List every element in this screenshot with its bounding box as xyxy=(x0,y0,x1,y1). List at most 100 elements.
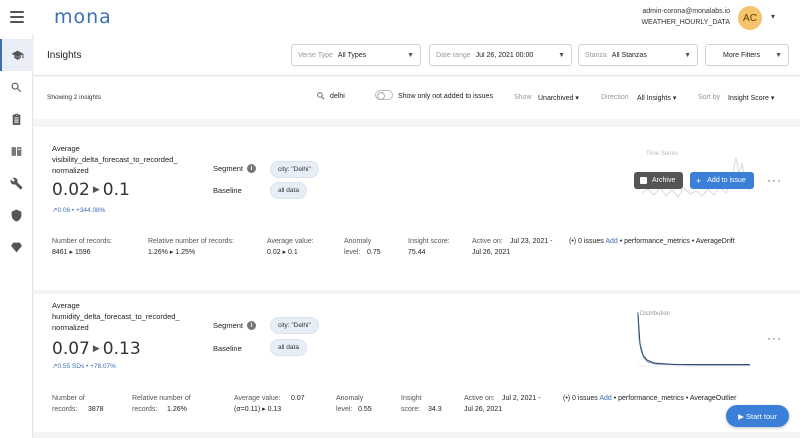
caret-down-icon: ▾ xyxy=(672,95,677,102)
insight-trend: ↗0.55 SDs • +78.07% xyxy=(52,363,116,370)
baseline-pill: all data xyxy=(270,339,307,356)
anomaly-label: Anomaly xyxy=(344,238,372,245)
insight-card[interactable]: Average humidity_delta_forecast_to_recor… xyxy=(34,294,800,432)
segment-pill: city: "Delhi" xyxy=(270,317,319,334)
show-label: Show xyxy=(514,94,532,101)
diamond-icon xyxy=(11,242,22,252)
filter-stanza[interactable]: Stanza All Stanzas ▼ xyxy=(578,44,698,66)
records-label: Number of records: xyxy=(52,238,112,245)
insight-title: Average humidity_delta_forecast_to_recor… xyxy=(52,301,180,332)
anomaly-level-label: level: xyxy=(344,249,361,256)
average-value: 0.07 xyxy=(291,395,305,402)
add-issue-link[interactable]: Add xyxy=(605,238,617,245)
baseline-label: Baseline xyxy=(213,344,242,353)
sort-select[interactable]: Insight Score ▾ xyxy=(728,94,774,102)
app-logo[interactable]: mona xyxy=(54,6,112,28)
relative-records-value: 1.26% xyxy=(167,406,187,413)
anomaly-level-label: level: xyxy=(336,406,353,413)
add-to-issue-button[interactable]: + Add to issue xyxy=(690,172,754,189)
insight-score-label: Insight score: xyxy=(408,238,450,245)
user-email: admin-corona@monalabs.io xyxy=(642,8,730,15)
issues-count: (•) 0 issues xyxy=(563,395,598,402)
info-icon[interactable]: i xyxy=(247,164,256,173)
sidebar-item-insights[interactable] xyxy=(0,39,33,71)
relative-records-label-2: records: xyxy=(132,406,158,413)
average-value-sigma: (σ=0.11) ▸ 0.13 xyxy=(234,406,282,413)
issues-count: (•) 0 issues xyxy=(569,238,604,245)
segment-pill: city: "Delhi" xyxy=(270,161,319,178)
insight-score-value: 75.44 xyxy=(408,249,426,256)
segment-label: Segment xyxy=(213,321,244,330)
caret-down-icon: ▼ xyxy=(558,51,565,59)
sidebar-item-diamond[interactable] xyxy=(0,231,33,263)
add-issue-link[interactable]: Add xyxy=(599,395,611,402)
chart-label: Time Series xyxy=(646,151,678,157)
filter-date-range[interactable]: Date range Jul 26, 2021 00:00 ▼ xyxy=(429,44,572,66)
sidebar-item-book[interactable] xyxy=(0,135,33,167)
archive-icon xyxy=(640,177,647,184)
wrench-icon xyxy=(10,177,23,189)
not-added-toggle[interactable] xyxy=(375,90,393,100)
info-icon[interactable]: i xyxy=(247,321,256,330)
filter-value: All Stanzas xyxy=(611,51,647,59)
top-bar xyxy=(0,0,800,35)
sidebar-item-tools[interactable] xyxy=(0,167,33,199)
avatar[interactable]: AC xyxy=(738,6,762,30)
sidebar-item-security[interactable] xyxy=(0,199,33,231)
insight-trend: ↗0.06 • +344.08% xyxy=(52,207,106,214)
relative-records-label: Relative number of records: xyxy=(148,238,234,245)
distribution-chart xyxy=(637,311,750,367)
toggle-label: Show only not added to issues xyxy=(398,93,493,100)
search-input[interactable]: delhi xyxy=(330,93,345,100)
clipboard-icon xyxy=(12,113,21,125)
insight-value-change: 0.02 ▶ 0.1 xyxy=(52,180,130,200)
filter-value: All Types xyxy=(337,51,367,59)
filter-value: Jul 26, 2021 00:00 xyxy=(475,51,534,59)
direction-label: Direction xyxy=(601,94,629,101)
sort-value: Insight Score xyxy=(728,95,769,102)
anomaly-label: Anomaly xyxy=(336,395,364,402)
show-select[interactable]: Unarchived ▾ xyxy=(538,94,579,102)
records-label: Number of xyxy=(52,395,85,402)
insight-score-value: 34.3 xyxy=(428,406,442,413)
insight-card[interactable]: Average visibility_delta_forecast_to_rec… xyxy=(34,127,800,290)
more-options-icon[interactable]: ··· xyxy=(767,331,782,345)
more-filters-button[interactable]: More Filters ▼ xyxy=(705,44,789,66)
records-label-2: records: xyxy=(52,406,78,413)
book-icon xyxy=(11,146,22,156)
tag-insight-type: AverageDrift xyxy=(695,238,735,245)
average-value: 0.02 ▸ 0.1 xyxy=(267,249,298,256)
sidebar-item-search[interactable] xyxy=(0,71,33,103)
direction-value: All Insights xyxy=(637,95,671,102)
more-options-icon[interactable]: ··· xyxy=(767,173,782,187)
average-value-label: Average value: xyxy=(267,238,314,245)
records-value: 3878 xyxy=(88,406,104,413)
direction-select[interactable]: All Insights ▾ xyxy=(637,94,676,102)
insights-count: Showing 2 insights xyxy=(47,94,102,101)
sidebar-item-clipboard[interactable] xyxy=(0,103,33,135)
caret-down-icon: ▼ xyxy=(407,51,414,59)
active-on-end: Jul 26, 2021 xyxy=(472,249,511,256)
user-environment: WEATHER_HOURLY_DATA xyxy=(641,19,730,26)
sidebar xyxy=(0,35,33,438)
start-tour-button[interactable]: ▶ Start tour xyxy=(726,405,789,427)
filter-label: Date range xyxy=(436,51,471,59)
baseline-label: Baseline xyxy=(213,186,242,195)
chevron-down-icon[interactable]: ▾ xyxy=(771,12,775,21)
issues-info: (•) 0 issues Add • performance_metrics •… xyxy=(569,236,735,247)
search-icon xyxy=(11,82,22,92)
average-value-label: Average value: xyxy=(234,395,281,402)
filter-verse-type[interactable]: Verse Type All Types ▼ xyxy=(291,44,421,66)
active-on-label: Active on: xyxy=(464,395,495,402)
archive-button[interactable]: Archive xyxy=(634,172,683,189)
chart-label: Distribution xyxy=(640,311,671,317)
caret-down-icon: ▾ xyxy=(575,95,579,102)
tag-performance-metrics: performance_metrics xyxy=(618,395,684,402)
anomaly-value: 0.55 xyxy=(358,406,372,413)
active-on-start: Jul 23, 2021 - xyxy=(510,238,553,245)
filter-label: Verse Type xyxy=(298,51,333,59)
filter-label: Stanza xyxy=(585,51,607,59)
issues-info: (•) 0 issues Add • performance_metrics •… xyxy=(563,393,736,404)
caret-down-icon: ▼ xyxy=(684,51,691,59)
menu-icon[interactable] xyxy=(10,11,24,23)
